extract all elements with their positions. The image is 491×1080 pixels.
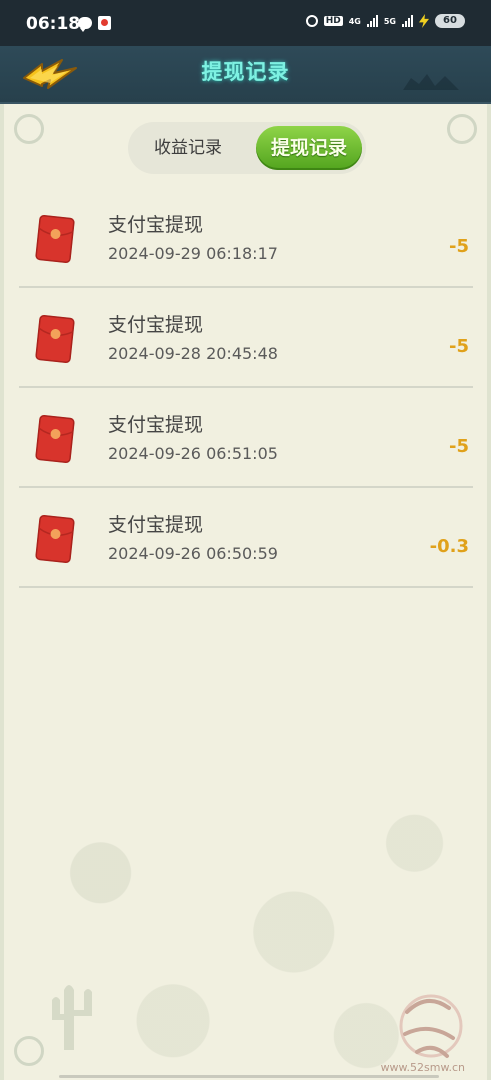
record-amount: -5 bbox=[449, 436, 469, 457]
record-title: 支付宝提现 bbox=[108, 314, 204, 336]
chat-icon bbox=[78, 17, 92, 32]
map-icon bbox=[98, 16, 111, 30]
record-amount: -5 bbox=[449, 236, 469, 257]
list-item: 支付宝提现 2024-09-29 06:18:17 -5 bbox=[19, 188, 473, 288]
record-title: 支付宝提现 bbox=[108, 414, 204, 436]
record-amount: -5 bbox=[449, 336, 469, 357]
header-decoration-icon bbox=[403, 74, 459, 90]
list-item: 支付宝提现 2024-09-26 06:50:59 -0.3 bbox=[19, 488, 473, 588]
red-envelope-icon bbox=[35, 314, 75, 364]
charging-icon bbox=[419, 14, 429, 28]
list-item: 支付宝提现 2024-09-26 06:51:05 -5 bbox=[19, 388, 473, 488]
status-bar: 06:18 HD 4G 5G 60 bbox=[0, 0, 491, 46]
withdraw-record-list: 支付宝提现 2024-09-29 06:18:17 -5 支付宝提现 2024-… bbox=[19, 188, 473, 588]
record-time: 2024-09-28 20:45:48 bbox=[108, 344, 278, 363]
header: 提现记录 bbox=[0, 46, 491, 106]
tab-withdraw-records[interactable]: 提现记录 bbox=[256, 126, 362, 170]
system-icons: HD 4G 5G 60 bbox=[305, 14, 465, 28]
record-amount: -0.3 bbox=[429, 536, 469, 557]
corner-swirl-icon bbox=[14, 114, 44, 144]
home-indicator bbox=[59, 1075, 439, 1078]
network-5g-label: 5G bbox=[383, 16, 396, 26]
record-title: 支付宝提现 bbox=[108, 214, 204, 236]
signal-icon-2 bbox=[402, 15, 413, 27]
record-time: 2024-09-26 06:51:05 bbox=[108, 444, 278, 463]
record-time: 2024-09-29 06:18:17 bbox=[108, 244, 278, 263]
cactus-decoration-icon bbox=[52, 985, 92, 1050]
red-envelope-icon bbox=[35, 414, 75, 464]
battery-icon: 60 bbox=[435, 14, 465, 28]
signal-icon bbox=[366, 15, 378, 27]
record-title: 支付宝提现 bbox=[108, 514, 204, 536]
alarm-icon bbox=[305, 15, 318, 27]
hd-icon: HD bbox=[323, 16, 343, 26]
watermark-url: www.52smw.cn bbox=[380, 1061, 465, 1074]
status-time: 06:18 bbox=[26, 14, 81, 34]
red-envelope-icon bbox=[35, 214, 75, 264]
content-panel: 收益记录 提现记录 支付宝提现 2024-09-29 06:18:17 -5 支… bbox=[0, 104, 491, 1080]
red-envelope-icon bbox=[35, 514, 75, 564]
watermark-logo-icon bbox=[399, 994, 463, 1058]
network-4g-label: 4G bbox=[348, 16, 361, 26]
notification-icons bbox=[78, 16, 111, 32]
corner-swirl-icon bbox=[447, 114, 477, 144]
list-item: 支付宝提现 2024-09-28 20:45:48 -5 bbox=[19, 288, 473, 388]
tab-income-records[interactable]: 收益记录 bbox=[134, 126, 242, 170]
record-tabs: 收益记录 提现记录 bbox=[128, 122, 366, 174]
record-time: 2024-09-26 06:50:59 bbox=[108, 544, 278, 563]
